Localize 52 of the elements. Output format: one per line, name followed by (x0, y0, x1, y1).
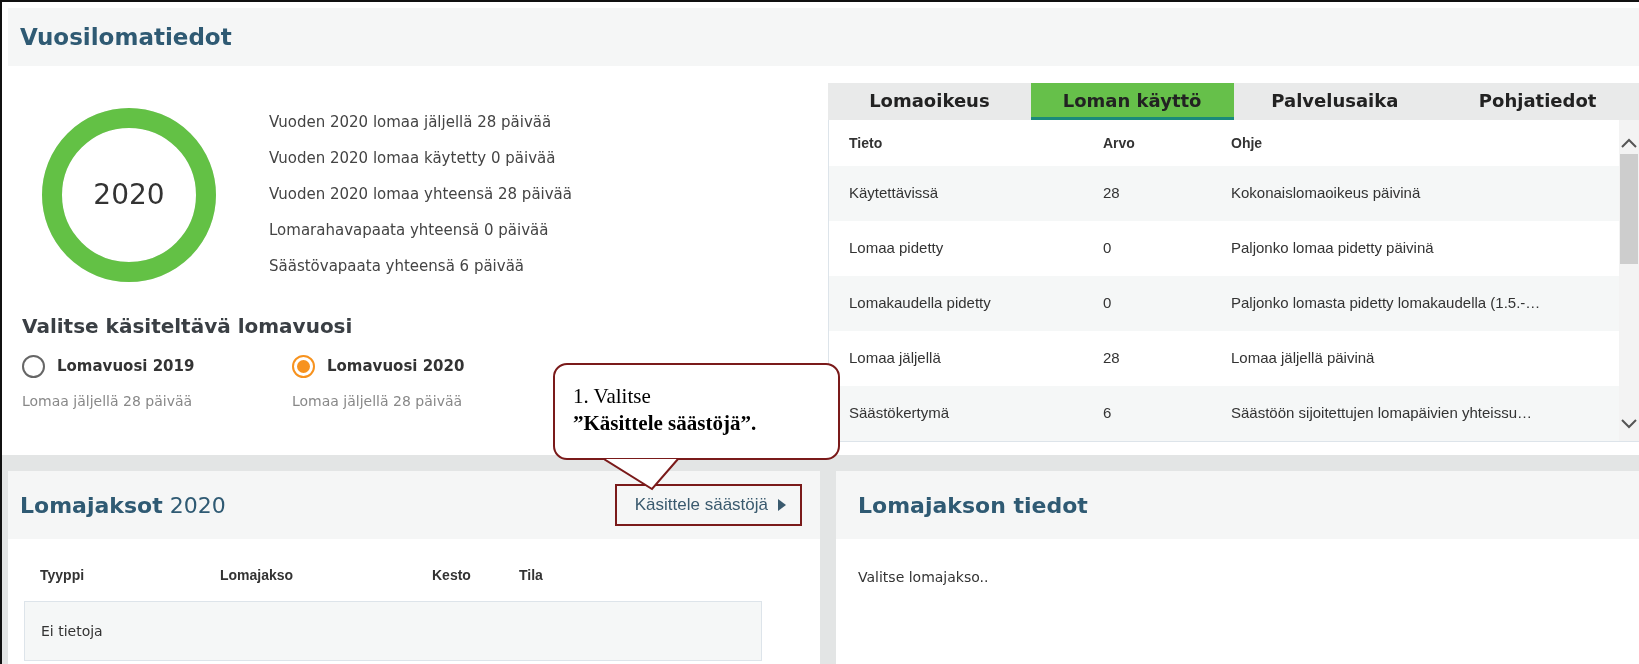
radio-option[interactable]: Lomavuosi 2020 (292, 355, 492, 378)
table-cell-text: 28 (1103, 183, 1121, 204)
radio-label: Lomavuosi 2019 (57, 356, 195, 378)
summary-line: Lomarahavapaata yhteensä 0 päivää (269, 220, 550, 241)
table-cell-text: Lomaa pidetty (849, 238, 945, 259)
radio-button[interactable] (292, 355, 315, 378)
ring-label: 2020 (93, 177, 165, 213)
radio-button[interactable] (22, 355, 45, 378)
hint-text: Valitse lomajakso.. (857, 568, 990, 587)
summary-line: Vuoden 2020 lomaa yhteensä 28 päivää (269, 184, 572, 205)
page-title: Vuosilomatiedot (20, 22, 232, 52)
scroll-down-icon[interactable] (1621, 419, 1637, 429)
option-note: Lomaa jäljellä 28 päivää (22, 392, 194, 411)
table-cell-text: Kokonaislomaoikeus päivinä (1231, 183, 1422, 204)
radio-option[interactable]: Lomavuosi 2019 (22, 355, 222, 378)
summary-line: Säästövapaata yhteensä 6 päivää (269, 256, 526, 277)
column-header: Lomajakso (220, 566, 295, 585)
table-cell-text: Lomaa jäljellä päivinä (1231, 348, 1376, 369)
column-header: Ohje (1231, 133, 1264, 153)
panel-title: Lomajaksot 2020 (20, 491, 226, 520)
tab[interactable]: Pohjatiedot (1436, 83, 1639, 120)
option-note: Lomaa jäljellä 28 päivää (292, 392, 464, 411)
table-cell-text: Lomaa jäljellä (849, 348, 942, 369)
table-cell-text: Säästökertymä (849, 403, 951, 424)
scroll-up-icon[interactable] (1621, 138, 1637, 148)
tab[interactable]: Loman käyttö (1030, 83, 1234, 120)
callout-text: 1. Valitse ”Käsittele säästöjä”. (573, 383, 758, 437)
table-cell-text: 0 (1103, 293, 1113, 314)
tab[interactable]: Palvelusaika (1233, 83, 1437, 120)
table-cell-text: 28 (1103, 348, 1121, 369)
caret-icon (778, 499, 786, 511)
column-header: Arvo (1103, 133, 1136, 153)
manage-savings-link[interactable]: Käsittele säästöjä (634, 492, 786, 518)
column-header: Tieto (849, 133, 884, 153)
section-heading: Valitse käsiteltävä lomavuosi (22, 313, 354, 340)
summary-line: Vuoden 2020 lomaa käytetty 0 päivää (269, 148, 557, 169)
column-header: Kesto (432, 566, 472, 585)
column-header: Tyyppi (40, 566, 86, 585)
table-cell-text: Lomakaudella pidetty (849, 293, 992, 314)
empty-message: Ei tietoja (24, 601, 762, 661)
column-header: Tila (519, 566, 543, 585)
radio-label: Lomavuosi 2020 (327, 356, 465, 378)
summary-line: Vuoden 2020 lomaa jäljellä 28 päivää (269, 112, 553, 133)
table-cell-text: 6 (1103, 403, 1113, 424)
table-cell-text: Säästöön sijoitettujen lomapäivien yhteissu… (1231, 403, 1533, 424)
table-cell-text: Paljonko lomaa pidetty päivinä (1231, 238, 1435, 259)
table-cell-text: Paljonko lomasta pidetty lomakaudella (1.5.-… (1231, 293, 1542, 314)
tab[interactable]: Lomaoikeus (828, 83, 1031, 120)
table-cell-text: Käytettävissä (849, 183, 940, 204)
panel-title: Lomajakson tiedot (857, 491, 1088, 520)
table-cell-text: 0 (1103, 238, 1113, 259)
scrollbar[interactable] (1619, 120, 1639, 441)
